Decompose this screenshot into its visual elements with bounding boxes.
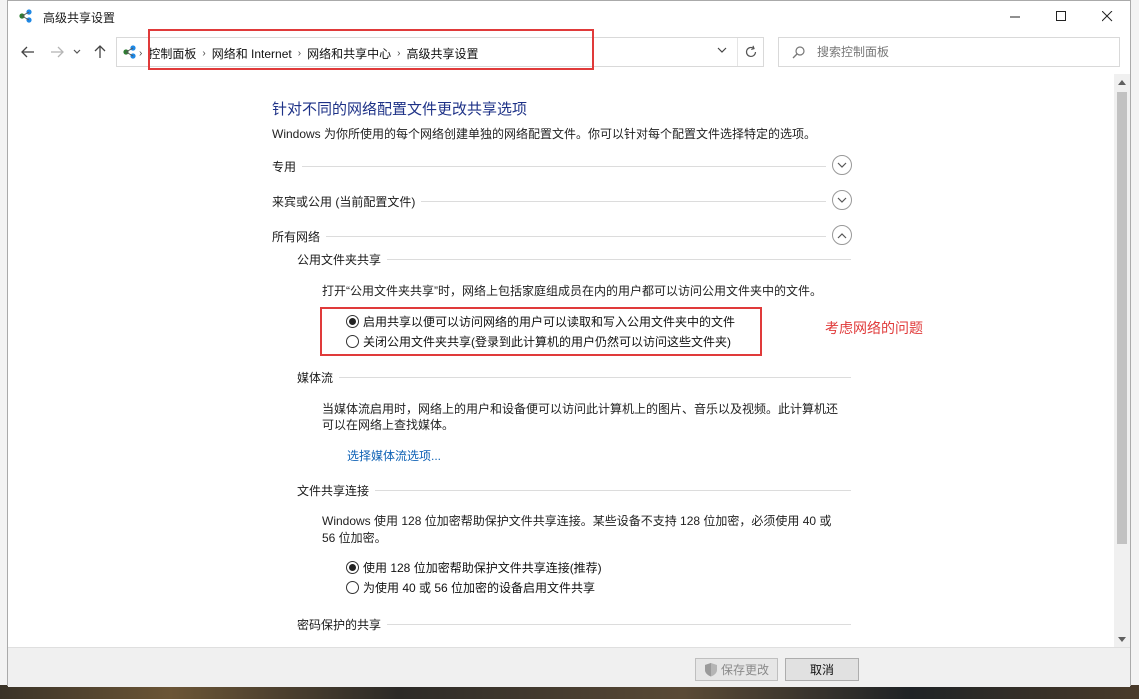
expand-private-button[interactable] xyxy=(832,155,852,175)
network-icon xyxy=(19,9,32,23)
scroll-thumb[interactable] xyxy=(1117,92,1127,544)
recent-locations-button[interactable] xyxy=(70,42,84,62)
navigation-bar: › 控制面板 › 网络和 Internet › 网络和共享中心 › 高级共享设置 xyxy=(8,32,1130,74)
file-sharing-connections-header: 文件共享连接 xyxy=(297,481,851,499)
page-description: Windows 为你所使用的每个网络创建单独的网络配置文件。你可以针对每个配置文… xyxy=(272,127,817,141)
address-bar[interactable]: › 控制面板 › 网络和 Internet › 网络和共享中心 › 高级共享设置 xyxy=(116,37,764,67)
refresh-button[interactable] xyxy=(737,38,764,66)
page-title: 针对不同的网络配置文件更改共享选项 xyxy=(272,101,528,118)
encryption-40-56-radio[interactable] xyxy=(346,580,359,594)
encryption-128-option[interactable]: 使用 128 位加密帮助保护文件共享连接(推荐) xyxy=(346,558,602,576)
chevron-down-icon xyxy=(717,47,727,53)
profile-private[interactable]: 专用 xyxy=(272,155,852,177)
vertical-scrollbar[interactable] xyxy=(1114,74,1130,647)
expand-guest-public-button[interactable] xyxy=(832,190,852,210)
address-history-button[interactable] xyxy=(717,46,727,57)
forward-button[interactable] xyxy=(47,42,67,62)
public-folder-off-radio[interactable] xyxy=(346,334,359,348)
network-icon xyxy=(123,45,136,59)
up-button[interactable] xyxy=(90,42,110,62)
media-streaming-header: 媒体流 xyxy=(297,368,851,386)
dropdown-icon xyxy=(73,49,81,54)
cancel-label: 取消 xyxy=(809,663,834,677)
public-folder-sharing-title: 公用文件夹共享 xyxy=(297,251,388,268)
breadcrumb-network-sharing-center[interactable]: 网络和共享中心 xyxy=(301,45,397,62)
breadcrumb: › 控制面板 › 网络和 Internet › 网络和共享中心 › 高级共享设置 xyxy=(139,40,484,66)
media-streaming-title: 媒体流 xyxy=(297,369,340,386)
encryption-128-label: 使用 128 位加密帮助保护文件共享连接(推荐) xyxy=(363,560,602,575)
title-bar: 高级共享设置 xyxy=(8,1,1130,32)
choose-media-streaming-link[interactable]: 选择媒体流选项... xyxy=(347,447,441,464)
password-sharing-title: 密码保护的共享 xyxy=(297,616,388,633)
file-sharing-description-line2: 56 位加密。 xyxy=(322,531,387,545)
forward-arrow-icon xyxy=(51,46,64,58)
public-folder-on-label: 启用共享以便可以访问网络的用户可以读取和写入公用文件夹中的文件 xyxy=(363,314,736,329)
minimize-button[interactable] xyxy=(992,1,1038,32)
chevron-down-icon xyxy=(837,162,847,168)
save-changes-button[interactable]: 保存更改 xyxy=(695,658,778,681)
encryption-40-56-option[interactable]: 为使用 40 或 56 位加密的设备启用文件共享 xyxy=(346,578,595,596)
breadcrumb-advanced-sharing[interactable]: 高级共享设置 xyxy=(400,45,484,62)
profile-private-label: 专用 xyxy=(272,158,303,175)
public-folder-off-label: 关闭公用文件夹共享(登录到此计算机的用户仍然可以访问这些文件夹) xyxy=(363,334,731,349)
back-button[interactable] xyxy=(18,42,38,62)
breadcrumb-network-internet[interactable]: 网络和 Internet xyxy=(206,45,298,62)
public-folder-description: 打开“公用文件夹共享”时，网络上包括家庭组成员在内的用户都可以访问公用文件夹中的… xyxy=(322,284,822,298)
chevron-up-icon xyxy=(837,232,847,238)
public-folder-sharing-header: 公用文件夹共享 xyxy=(297,250,851,268)
password-sharing-header: 密码保护的共享 xyxy=(297,615,851,633)
chevron-down-icon xyxy=(1118,636,1126,642)
main-content: 针对不同的网络配置文件更改共享选项 Windows 为你所使用的每个网络创建单独… xyxy=(8,74,1114,647)
profile-guest-public-label: 来宾或公用 (当前配置文件) xyxy=(272,193,422,210)
save-changes-label: 保存更改 xyxy=(720,663,769,677)
shield-icon xyxy=(704,663,717,677)
public-folder-off-option[interactable]: 关闭公用文件夹共享(登录到此计算机的用户仍然可以访问这些文件夹) xyxy=(346,332,731,350)
scroll-up-button[interactable] xyxy=(1114,74,1130,90)
annotation-note: 考虑网络的问题 xyxy=(825,320,923,336)
advanced-sharing-window: 高级共享设置 › 控制面板 › 网络和 Internet › 网络和共享中心 ›… xyxy=(7,0,1131,687)
desktop-taskbar-strip xyxy=(0,685,1139,699)
search-input[interactable] xyxy=(817,43,1107,61)
window-title: 高级共享设置 xyxy=(43,11,116,25)
chevron-up-icon xyxy=(1118,79,1126,85)
media-streaming-description-line2: 可以在网络上查找媒体。 xyxy=(322,418,455,432)
search-box[interactable] xyxy=(778,37,1120,67)
refresh-icon xyxy=(745,45,757,58)
maximize-button[interactable] xyxy=(1038,1,1084,32)
file-sharing-description-line1: Windows 使用 128 位加密帮助保护文件共享连接。某些设备不支持 128… xyxy=(322,514,832,528)
collapse-all-networks-button[interactable] xyxy=(832,225,852,245)
profile-all-networks[interactable]: 所有网络 xyxy=(272,225,852,247)
close-button[interactable] xyxy=(1084,1,1130,32)
chevron-down-icon xyxy=(837,197,847,203)
maximize-icon xyxy=(1055,11,1066,21)
footer-bar: 保存更改 取消 xyxy=(8,647,1130,687)
cancel-button[interactable]: 取消 xyxy=(785,658,859,681)
scroll-down-button[interactable] xyxy=(1114,631,1130,647)
public-folder-on-option[interactable]: 启用共享以便可以访问网络的用户可以读取和写入公用文件夹中的文件 xyxy=(346,312,735,330)
profile-all-networks-label: 所有网络 xyxy=(272,228,327,245)
back-arrow-icon xyxy=(21,46,34,58)
up-arrow-icon xyxy=(94,45,106,58)
encryption-40-56-label: 为使用 40 或 56 位加密的设备启用文件共享 xyxy=(363,580,596,595)
profile-guest-public[interactable]: 来宾或公用 (当前配置文件) xyxy=(272,190,852,212)
close-icon xyxy=(1101,11,1112,22)
public-folder-on-radio[interactable] xyxy=(346,314,359,328)
minimize-icon xyxy=(1009,16,1020,18)
file-sharing-connections-title: 文件共享连接 xyxy=(297,482,376,499)
breadcrumb-control-panel[interactable]: 控制面板 xyxy=(142,45,202,62)
search-icon xyxy=(792,46,805,59)
encryption-128-radio[interactable] xyxy=(346,560,359,574)
